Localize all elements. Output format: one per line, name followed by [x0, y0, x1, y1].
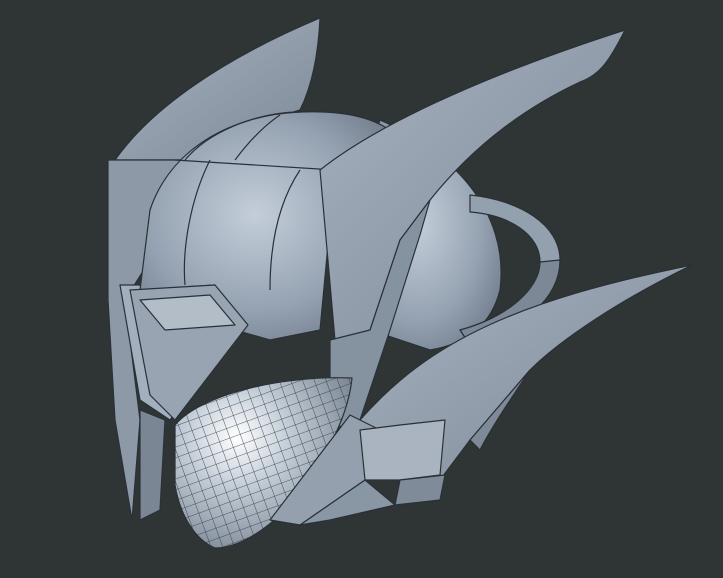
3d-viewport[interactable]	[0, 0, 723, 578]
helmet-model[interactable]	[0, 0, 723, 578]
